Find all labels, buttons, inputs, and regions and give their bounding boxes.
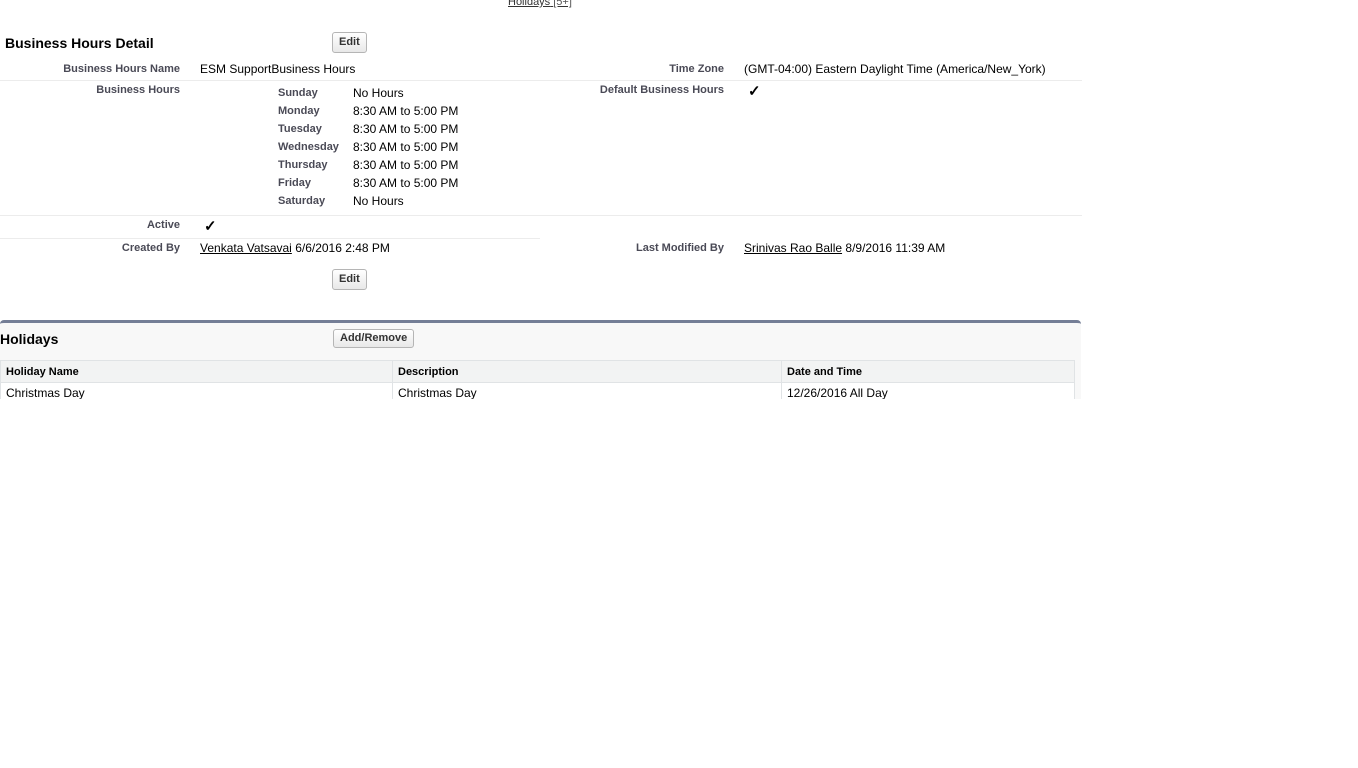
time-zone-label: Time Zone [669,63,724,75]
day-label-thursday: Thursday [278,159,328,171]
holidays-section-title: Holidays [0,331,59,347]
last-modified-by-value: Srinivas Rao Balle 8/9/2016 11:39 AM [744,241,945,255]
day-hours-friday: 8:30 AM to 5:00 PM [353,176,459,190]
detail-section-title: Business Hours Detail [5,35,154,51]
modified-by-user-link[interactable]: Srinivas Rao Balle [744,241,842,255]
day-hours-tuesday: 8:30 AM to 5:00 PM [353,122,459,136]
row-divider [0,215,1082,216]
modified-by-date: 8/9/2016 11:39 AM [845,241,946,255]
holidays-link-count: [5+] [553,0,572,8]
holidays-table: Holiday Name Description Date and Time C… [0,360,1075,404]
holidays-related-link[interactable]: Holidays [5+] [508,0,572,8]
created-by-value: Venkata Vatsavai 6/6/2016 2:48 PM [200,241,390,255]
day-label-monday: Monday [278,105,320,117]
active-label: Active [146,219,180,231]
column-header-description[interactable]: Description [392,360,782,383]
day-label-sunday: Sunday [278,87,318,99]
created-by-date: 6/6/2016 2:48 PM [295,241,390,255]
business-hours-name-value: ESM SupportBusiness Hours [200,62,356,76]
time-zone-value: (GMT-04:00) Eastern Daylight Time (Ameri… [744,62,1046,76]
day-label-tuesday: Tuesday [278,123,322,135]
row-divider [0,80,1082,81]
page-blank-area [0,399,1358,768]
day-label-wednesday: Wednesday [278,141,339,153]
holidays-table-header: Holiday Name Description Date and Time [0,360,1075,383]
row-divider [0,238,540,239]
day-label-friday: Friday [278,177,312,189]
add-remove-button[interactable]: Add/Remove [333,329,415,348]
day-hours-sunday: No Hours [353,86,404,100]
created-by-label: Created By [121,242,180,254]
active-checkmark-icon: ✓ [204,218,217,235]
edit-button-bottom[interactable]: Edit [332,269,367,290]
column-header-holiday-name[interactable]: Holiday Name [0,360,393,383]
default-business-hours-label: Default Business Hours [599,84,724,96]
business-hours-label: Business Hours [96,84,180,96]
day-label-saturday: Saturday [278,195,326,207]
created-by-user-link[interactable]: Venkata Vatsavai [200,241,292,255]
day-hours-wednesday: 8:30 AM to 5:00 PM [353,140,459,154]
edit-button-top[interactable]: Edit [332,32,367,53]
day-hours-thursday: 8:30 AM to 5:00 PM [353,158,459,172]
column-header-date-time[interactable]: Date and Time [781,360,1075,383]
day-hours-saturday: No Hours [353,194,404,208]
business-hours-name-label: Business Hours Name [63,63,180,75]
last-modified-by-label: Last Modified By [635,242,724,254]
holidays-link-label: Holidays [508,0,551,8]
day-hours-monday: 8:30 AM to 5:00 PM [353,104,459,118]
default-checkmark-icon: ✓ [748,83,761,100]
